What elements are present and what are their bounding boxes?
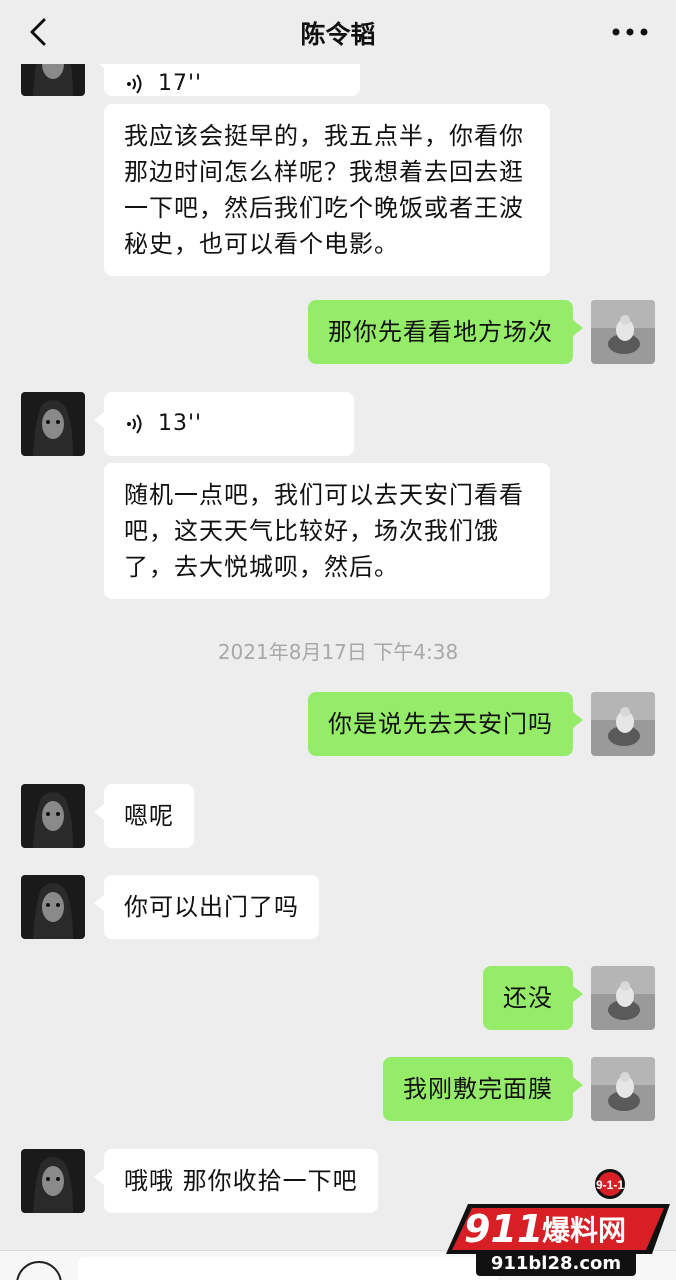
message-text: 嗯呢 — [124, 802, 174, 830]
contact-avatar[interactable] — [21, 1149, 85, 1213]
message-input[interactable] — [78, 1257, 498, 1280]
message-bubble[interactable]: 那你先看看地方场次 — [308, 300, 583, 364]
more-button[interactable] — [610, 20, 650, 44]
contact-avatar[interactable] — [21, 392, 85, 456]
voice-message-bubble[interactable]: 13'' — [94, 392, 354, 456]
watermark-badge: 9-1-1 — [596, 1178, 624, 1192]
my-avatar[interactable] — [591, 1057, 655, 1121]
watermark-brand: 爆料网 — [542, 1214, 626, 1247]
contact-avatar[interactable] — [21, 784, 85, 848]
message-text: 随机一点吧，我们可以去天安门看看吧，这天天气比较好，场次我们饿了，去大悦城呗，然… — [124, 481, 524, 581]
message-bubble[interactable]: 嗯呢 — [94, 784, 194, 848]
watermark-url: 911bl28.com — [491, 1253, 621, 1274]
message-text: 还没 — [503, 984, 553, 1012]
chat-title: 陈令韬 — [300, 20, 376, 49]
message-bubble[interactable]: 随机一点吧，我们可以去天安门看看吧，这天天气比较好，场次我们饿了，去大悦城呗，然… — [104, 463, 550, 599]
message-bubble[interactable]: 我应该会挺早的，我五点半，你看你那边时间怎么样呢？我想着去回去逛一下吧，然后我们… — [104, 104, 550, 276]
message-bubble[interactable]: 你是说先去天安门吗 — [308, 692, 583, 756]
chat-area: 17'' 我应该会挺早的，我五点半，你看你那边时间怎么样呢？我想着去回去逛一下吧… — [0, 0, 676, 1250]
more-dots-icon — [612, 28, 648, 36]
my-avatar[interactable] — [591, 300, 655, 364]
watermark-logo: 9-1-1 911 爆料网 911bl28.com — [446, 1169, 670, 1276]
timestamp: 2021年8月17日 下午4:38 — [217, 640, 459, 664]
voice-duration: 13'' — [158, 411, 203, 436]
message-text: 哦哦 那你收拾一下吧 — [124, 1167, 358, 1195]
voice-wave-icon — [127, 74, 142, 94]
watermark-number: 911 — [464, 1207, 543, 1251]
voice-wave-icon — [127, 414, 142, 434]
voice-input-button[interactable] — [16, 1261, 62, 1280]
my-avatar[interactable] — [591, 692, 655, 756]
message-text: 我应该会挺早的，我五点半，你看你那边时间怎么样呢？我想着去回去逛一下吧，然后我们… — [124, 122, 524, 258]
voice-duration: 17'' — [158, 71, 203, 96]
message-text: 我刚敷完面膜 — [403, 1075, 553, 1103]
my-avatar[interactable] — [591, 966, 655, 1030]
message-text: 你可以出门了吗 — [124, 893, 299, 921]
navigation-bar: 陈令韬 — [0, 0, 676, 64]
message-text: 那你先看看地方场次 — [328, 318, 553, 346]
contact-avatar[interactable] — [21, 875, 85, 939]
message-bubble[interactable]: 还没 — [483, 966, 583, 1030]
message-text: 你是说先去天安门吗 — [328, 710, 553, 738]
message-bubble[interactable]: 你可以出门了吗 — [94, 875, 319, 939]
message-bubble[interactable]: 哦哦 那你收拾一下吧 — [94, 1149, 378, 1213]
message-bubble[interactable]: 我刚敷完面膜 — [383, 1057, 583, 1121]
